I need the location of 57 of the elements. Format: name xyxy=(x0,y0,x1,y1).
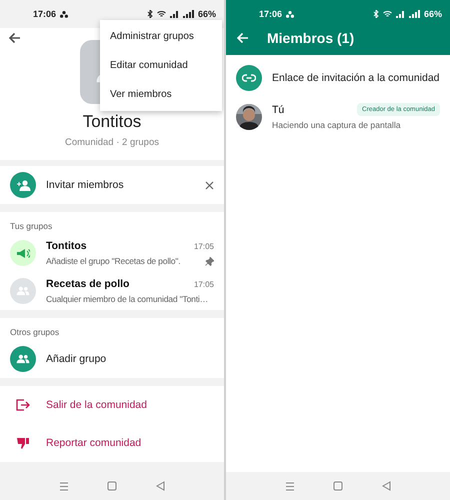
group-name: Recetas de pollo xyxy=(46,278,130,290)
dots-icon xyxy=(286,10,294,18)
wifi-icon xyxy=(156,10,166,18)
signal-icon xyxy=(170,10,179,18)
group-message: Añadiste el grupo "Recetas de pollo". xyxy=(46,256,180,266)
group-name: Tontitos xyxy=(46,240,87,252)
battery-level: 66% xyxy=(198,9,216,19)
back-icon[interactable] xyxy=(156,481,165,491)
action-row[interactable]: Reportar comunidad xyxy=(0,424,224,462)
link-icon xyxy=(242,74,256,82)
group-row[interactable]: Tontitos 17:05 Añadiste el grupo "Recetas de pollo". xyxy=(0,234,224,272)
exit-icon xyxy=(16,399,30,411)
section-title: Tus grupos xyxy=(9,220,54,233)
group-name: Añadir grupo xyxy=(46,353,108,365)
member-status: Haciendo una captura de pantalla xyxy=(272,120,402,130)
signal-icon xyxy=(182,10,194,18)
add-person-icon xyxy=(16,180,30,190)
signal-icon xyxy=(408,10,420,18)
group-time: 17:05 xyxy=(194,242,214,250)
home-icon[interactable] xyxy=(333,481,344,491)
status-time: 17:06 xyxy=(33,9,56,19)
group-row[interactable]: Añadir grupo xyxy=(0,340,224,378)
member-name: Tú xyxy=(272,104,284,116)
action-row[interactable]: Salir de la comunidad xyxy=(0,386,224,424)
community-subtitle: Comunidad · 2 grupos xyxy=(65,137,159,148)
menu-item[interactable]: Editar comunidad xyxy=(100,51,222,80)
action-label: Salir de la comunidad xyxy=(46,399,148,411)
invite-link-label: Enlace de invitación a la comunidad xyxy=(272,72,440,84)
thumbs-down-icon xyxy=(16,437,30,449)
bluetooth-icon xyxy=(372,10,379,18)
menu-item[interactable]: Ver miembros xyxy=(100,80,222,109)
wifi-icon xyxy=(382,10,392,18)
status-time: 17:06 xyxy=(259,9,282,19)
section-title: Otros grupos xyxy=(9,326,60,339)
home-icon[interactable] xyxy=(107,481,118,491)
screen-title: Miembros (1) xyxy=(267,30,354,46)
battery-level: 66% xyxy=(424,9,442,19)
back-arrow-icon[interactable] xyxy=(8,32,21,44)
group-time: 17:05 xyxy=(194,280,214,288)
close-icon[interactable] xyxy=(205,180,214,190)
menu-item[interactable]: Administrar grupos xyxy=(100,22,222,51)
menu-icon[interactable] xyxy=(59,482,70,490)
back-icon[interactable] xyxy=(382,481,391,491)
dots-icon xyxy=(60,10,68,18)
invite-label: Invitar miembros xyxy=(46,179,125,191)
people-icon xyxy=(16,286,30,296)
menu-icon[interactable] xyxy=(285,482,296,490)
group-row[interactable]: Recetas de pollo 17:05 Cualquier miembro de la comunidad "Tonti… xyxy=(0,272,224,310)
people-icon xyxy=(16,354,30,364)
megaphone-icon xyxy=(16,248,30,258)
community-name: Tontitos xyxy=(82,112,142,132)
signal-icon xyxy=(396,10,405,18)
invite-row[interactable]: Invitar miembros xyxy=(0,166,224,204)
bluetooth-icon xyxy=(146,10,153,18)
invite-link-row[interactable]: Enlace de invitación a la comunidad xyxy=(226,59,450,97)
action-label: Reportar comunidad xyxy=(46,437,142,449)
group-message: Cualquier miembro de la comunidad "Tonti… xyxy=(46,294,208,304)
